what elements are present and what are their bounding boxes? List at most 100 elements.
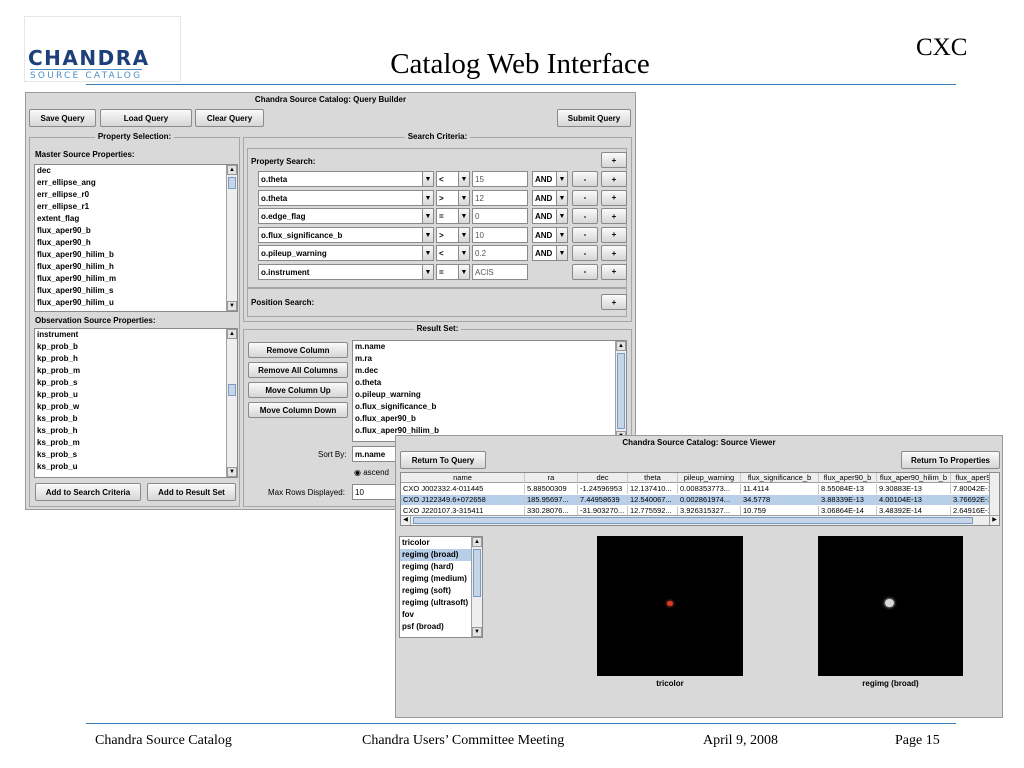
scroll-thumb[interactable] xyxy=(228,177,236,189)
remove-criterion-button[interactable]: - xyxy=(572,226,598,243)
criterion-operator-select[interactable]: = ▼ xyxy=(436,208,470,224)
list-item[interactable]: flux_aper90_hilim_h xyxy=(35,261,237,273)
add-criterion-row-button[interactable]: + xyxy=(601,263,627,280)
obs-list-scrollbar[interactable]: ▲ ▼ xyxy=(226,329,237,477)
list-item[interactable]: o.theta xyxy=(353,377,626,389)
result-list-scrollbar[interactable]: ▲ ▼ xyxy=(615,341,626,441)
list-item[interactable]: ks_prob_m xyxy=(35,437,237,449)
remove-criterion-button[interactable]: - xyxy=(572,189,598,206)
column-header[interactable]: flux_significance_b xyxy=(741,473,819,483)
load-query-button[interactable]: Load Query xyxy=(100,109,192,127)
list-item[interactable]: psf (broad) xyxy=(400,621,482,633)
list-item[interactable]: err_ellipse_ang xyxy=(35,177,237,189)
list-item[interactable]: flux_aper90_hilim_u xyxy=(35,297,237,309)
criterion-value-input[interactable]: 10 xyxy=(472,226,528,243)
list-item[interactable]: fov xyxy=(400,609,482,621)
list-item[interactable]: regimg (ultrasoft) xyxy=(400,597,482,609)
scroll-up-icon[interactable]: ▲ xyxy=(616,341,626,351)
scroll-up-icon[interactable]: ▲ xyxy=(227,329,237,339)
list-item[interactable]: kp_prob_u xyxy=(35,389,237,401)
criterion-logic-select[interactable]: AND ▼ xyxy=(532,189,568,206)
list-item[interactable]: ks_prob_h xyxy=(35,425,237,437)
return-to-properties-button[interactable]: Return To Properties xyxy=(901,451,1000,469)
criterion-logic-select[interactable]: AND ▼ xyxy=(532,171,568,187)
scroll-up-icon[interactable]: ▲ xyxy=(472,537,482,547)
image-list-scrollbar[interactable]: ▲ ▼ xyxy=(471,537,482,637)
criterion-logic-select[interactable]: AND ▼ xyxy=(532,245,568,261)
list-item[interactable]: tricolor xyxy=(400,537,482,549)
list-item[interactable]: o.pileup_warning xyxy=(353,389,626,401)
column-header[interactable]: name xyxy=(401,473,525,483)
list-item[interactable]: regimg (broad) xyxy=(400,549,482,561)
scroll-thumb[interactable] xyxy=(473,549,481,597)
criterion-logic-select[interactable]: AND ▼ xyxy=(532,226,568,243)
return-to-query-button[interactable]: Return To Query xyxy=(400,451,486,469)
criterion-operator-select[interactable]: = ▼ xyxy=(436,263,470,280)
scroll-up-icon[interactable]: ▲ xyxy=(227,165,237,175)
criterion-logic-select[interactable]: AND ▼ xyxy=(532,208,568,224)
list-item[interactable]: ks_prob_u xyxy=(35,461,237,473)
remove-column-button[interactable]: Remove Column xyxy=(248,342,348,358)
add-criterion-row-button[interactable]: + xyxy=(601,171,627,187)
remove-all-columns-button[interactable]: Remove All Columns xyxy=(248,362,348,378)
criterion-field-select[interactable]: o.theta ▼ xyxy=(258,189,434,206)
list-item[interactable]: kp_prob_w xyxy=(35,401,237,413)
criterion-field-select[interactable]: o.theta ▼ xyxy=(258,171,434,187)
criterion-value-input[interactable]: 15 xyxy=(472,171,528,187)
save-query-button[interactable]: Save Query xyxy=(29,109,96,127)
add-position-button[interactable]: + xyxy=(601,294,627,310)
add-criterion-button[interactable]: + xyxy=(601,152,627,168)
list-item[interactable]: dec xyxy=(35,165,237,177)
master-list-scrollbar[interactable]: ▲ ▼ xyxy=(226,165,237,311)
criterion-value-input[interactable]: ACIS xyxy=(472,263,528,280)
remove-criterion-button[interactable]: - xyxy=(572,171,598,187)
list-item[interactable]: extent_flag xyxy=(35,213,237,225)
ascending-radio[interactable]: ◉ ascend xyxy=(354,468,389,477)
criterion-field-select[interactable]: o.flux_significance_b ▼ xyxy=(258,226,434,243)
criterion-value-input[interactable]: 12 xyxy=(472,189,528,206)
criterion-field-select[interactable]: o.pileup_warning ▼ xyxy=(258,245,434,261)
scroll-thumb[interactable] xyxy=(617,353,625,429)
list-item[interactable]: err_ellipse_r1 xyxy=(35,201,237,213)
scroll-down-icon[interactable]: ▼ xyxy=(227,467,237,477)
observation-properties-list[interactable]: instrument kp_prob_b kp_prob_h kp_prob_m kp_… xyxy=(34,328,238,478)
scroll-thumb[interactable] xyxy=(228,384,236,396)
submit-query-button[interactable]: Submit Query xyxy=(557,109,631,127)
list-item[interactable]: regimg (medium) xyxy=(400,573,482,585)
criterion-field-select[interactable]: o.instrument ▼ xyxy=(258,263,434,280)
list-item[interactable]: o.flux_aper90_b xyxy=(353,413,626,425)
criterion-field-select[interactable]: o.edge_flag ▼ xyxy=(258,208,434,224)
list-item[interactable]: kp_prob_s xyxy=(35,377,237,389)
remove-criterion-button[interactable]: - xyxy=(572,208,598,224)
list-item[interactable]: flux_aper90_hilim_s xyxy=(35,285,237,297)
column-header[interactable]: flux_aper90_hilim_b xyxy=(877,473,951,483)
move-column-down-button[interactable]: Move Column Down xyxy=(248,402,348,418)
table-vscrollbar[interactable] xyxy=(989,473,999,517)
remove-criterion-button[interactable]: - xyxy=(572,245,598,261)
column-header[interactable]: pileup_warning xyxy=(678,473,741,483)
list-item[interactable]: regimg (hard) xyxy=(400,561,482,573)
add-criterion-row-button[interactable]: + xyxy=(601,245,627,261)
list-item[interactable]: regimg (soft) xyxy=(400,585,482,597)
list-item[interactable]: err_ellipse_r0 xyxy=(35,189,237,201)
list-item[interactable]: ks_prob_b xyxy=(35,413,237,425)
criterion-operator-select[interactable]: < ▼ xyxy=(436,171,470,187)
scroll-left-icon[interactable]: ◀ xyxy=(401,516,411,525)
criterion-operator-select[interactable]: > ▼ xyxy=(436,189,470,206)
hscroll-thumb[interactable] xyxy=(413,517,973,524)
table-row[interactable]: CXO J002332.4-011445 5.88500309 -1.2459695… xyxy=(401,484,999,494)
list-item[interactable]: kp_prob_m xyxy=(35,365,237,377)
list-item[interactable]: ks_prob_s xyxy=(35,449,237,461)
criterion-operator-select[interactable]: < ▼ xyxy=(436,245,470,261)
criterion-value-input[interactable]: 0 xyxy=(472,208,528,224)
move-column-up-button[interactable]: Move Column Up xyxy=(248,382,348,398)
add-criterion-row-button[interactable]: + xyxy=(601,208,627,224)
column-header[interactable]: theta xyxy=(628,473,678,483)
add-to-search-criteria-button[interactable]: Add to Search Criteria xyxy=(35,483,141,501)
scroll-down-icon[interactable]: ▼ xyxy=(472,627,482,637)
clear-query-button[interactable]: Clear Query xyxy=(195,109,264,127)
result-columns-list[interactable]: m.name m.ra m.dec o.theta o.pileup_warning o.… xyxy=(352,340,627,442)
list-item[interactable]: m.name xyxy=(353,341,626,353)
add-criterion-row-button[interactable]: + xyxy=(601,226,627,243)
add-criterion-row-button[interactable]: + xyxy=(601,189,627,206)
